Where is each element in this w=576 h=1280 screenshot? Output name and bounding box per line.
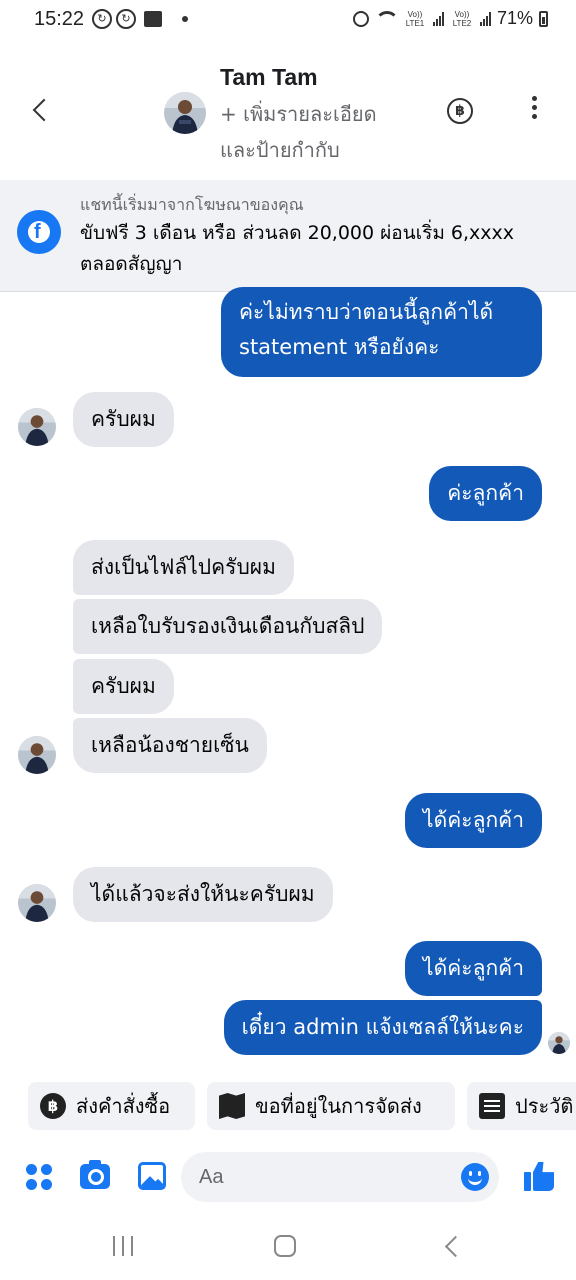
alarm-icon — [352, 10, 369, 27]
message-input[interactable] — [181, 1152, 499, 1202]
ad-text: ขับฟรี 3 เดือน หรือ ส่วนลด 20,000 ผ่อนเร… — [80, 222, 515, 275]
contact-avatar[interactable] — [164, 92, 206, 134]
message-bubble-outgoing[interactable]: เดี๋ยว admin แจ้งเซลล์ให้นะคะ — [223, 1000, 542, 1055]
baht-icon: ฿ — [40, 1093, 66, 1119]
battery-percent: 71% — [496, 8, 533, 28]
quick-reply-label: ส่งคำสั่งซื้อ — [76, 1094, 171, 1118]
document-icon — [479, 1093, 505, 1119]
wifi-icon — [374, 10, 399, 27]
status-right: Vo)) LTE1 Vo)) LTE2 71% — [352, 8, 548, 29]
more-options-icon[interactable] — [524, 96, 544, 126]
system-nav-bar — [0, 1212, 576, 1280]
quick-reply-shipping-address[interactable]: ขอที่อยู่ในการจัดส่ง — [207, 1082, 455, 1130]
message-bubble-outgoing[interactable]: ค่ะไม่ทราบว่าตอนนี้ลูกค้าได้ statement ห… — [221, 287, 542, 377]
back-button[interactable] — [24, 94, 56, 126]
emoji-icon[interactable] — [461, 1163, 489, 1191]
read-receipt-avatar — [548, 1032, 570, 1054]
status-bar: 15:22 ↻ ↻ Vo)) LTE1 Vo)) LTE2 71% — [0, 0, 576, 42]
facebook-icon — [17, 210, 61, 254]
contact-name[interactable]: Tam Tam — [220, 64, 318, 91]
signal-icon-2 — [479, 11, 491, 26]
message-bubble-outgoing[interactable]: ได้ค่ะลูกค้า — [405, 793, 542, 848]
quick-reply-send-order[interactable]: ฿ ส่งคำสั่งซื้อ — [28, 1082, 195, 1130]
camera-icon[interactable] — [80, 1160, 110, 1189]
quick-reply-label: ขอที่อยู่ในการจัดส่ง — [255, 1094, 422, 1118]
sim2-label: Vo)) LTE2 — [452, 9, 472, 28]
status-left-icons: ↻ ↻ — [92, 9, 188, 29]
thumbs-up-icon[interactable] — [524, 1160, 556, 1192]
system-back-icon[interactable] — [442, 1236, 462, 1256]
sync-icon-2: ↻ — [116, 9, 136, 29]
baht-payment-icon[interactable]: ฿ — [447, 98, 473, 124]
chat-header: Tam Tam + เพิ่มรายละเอียดและป้ายกำกับ ฿ — [0, 56, 576, 174]
message-bubble-incoming[interactable]: เหลือใบรับรองเงินเดือนกับสลิป — [73, 599, 383, 654]
signal-icon — [432, 11, 444, 26]
add-details-link[interactable]: + เพิ่มรายละเอียดและป้ายกำกับ — [220, 96, 410, 168]
message-composer — [0, 1148, 576, 1208]
ad-caption: แชทนี้เริ่มมาจากโฆษณาของคุณ — [80, 195, 304, 214]
message-bubble-incoming[interactable]: ส่งเป็นไฟล์ไปครับผม — [73, 540, 294, 595]
recents-icon[interactable] — [113, 1236, 137, 1256]
sender-avatar — [18, 736, 56, 774]
ad-origin-banner: แชทนี้เริ่มมาจากโฆษณาของคุณ ขับฟรี 3 เดื… — [0, 180, 576, 292]
apps-grid-icon[interactable] — [26, 1164, 52, 1190]
gallery-icon[interactable] — [138, 1162, 166, 1190]
gallery-notification-icon — [144, 11, 162, 27]
sync-icon: ↻ — [92, 9, 112, 29]
message-bubble-incoming[interactable]: ครับผม — [73, 392, 174, 447]
status-time: 15:22 — [34, 8, 85, 30]
message-bubble-outgoing[interactable]: ได้ค่ะลูกค้า — [405, 941, 542, 996]
quick-replies-bar: ฿ ส่งคำสั่งซื้อ ขอที่อยู่ในการจัดส่ง ประ… — [0, 1082, 576, 1132]
sender-avatar — [18, 408, 56, 446]
home-icon[interactable] — [274, 1235, 296, 1257]
message-bubble-incoming[interactable]: เหลือน้องชายเซ็น — [73, 718, 267, 773]
map-icon — [219, 1093, 245, 1119]
sender-avatar — [18, 884, 56, 922]
quick-reply-history[interactable]: ประวัติ — [467, 1082, 576, 1130]
quick-reply-label: ประวัติ — [515, 1094, 574, 1118]
message-bubble-incoming[interactable]: ได้แล้วจะส่งให้นะครับผม — [73, 867, 333, 922]
sim1-label: Vo)) LTE1 — [405, 9, 425, 28]
battery-icon — [539, 10, 548, 27]
message-bubble-incoming[interactable]: ครับผม — [73, 659, 174, 714]
notification-dot-icon — [182, 16, 188, 22]
message-bubble-outgoing[interactable]: ค่ะลูกค้า — [429, 466, 542, 521]
